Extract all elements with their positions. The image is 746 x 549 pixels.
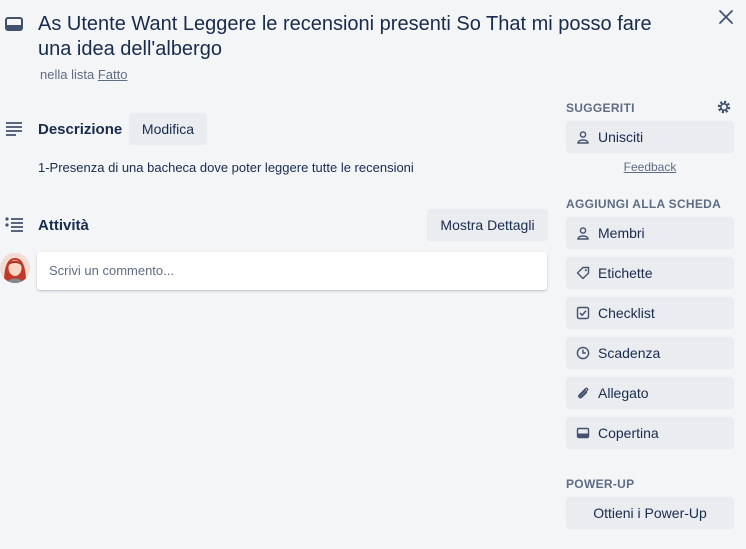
get-powerups-button[interactable]: Ottieni i Power-Up — [566, 497, 734, 529]
card-title[interactable]: As Utente Want Leggere le recensioni pre… — [38, 12, 678, 62]
person-icon — [577, 131, 589, 144]
paperclip-icon — [578, 387, 589, 399]
cover-label: Copertina — [598, 425, 659, 441]
show-details-button[interactable]: Mostra Dettagli — [427, 209, 548, 241]
avatar-image — [0, 253, 30, 283]
description-icon — [6, 122, 22, 136]
card-icon — [5, 17, 23, 31]
join-button[interactable]: Unisciti — [566, 121, 734, 153]
members-button[interactable]: Membri — [566, 217, 734, 249]
labels-button[interactable]: Etichette — [566, 257, 734, 289]
person-icon — [577, 227, 589, 240]
description-heading: Descrizione — [38, 121, 123, 138]
close-icon[interactable] — [716, 7, 736, 27]
comment-input[interactable]: Scrivi un commento... — [37, 252, 547, 290]
cover-icon — [576, 427, 590, 439]
activity-icon — [5, 217, 23, 232]
avatar[interactable] — [0, 253, 30, 283]
clock-icon — [576, 346, 590, 360]
checklist-label: Checklist — [598, 305, 655, 321]
gear-icon[interactable] — [714, 97, 734, 117]
join-label: Unisciti — [598, 129, 644, 145]
attachment-button[interactable]: Allegato — [566, 377, 734, 409]
due-date-button[interactable]: Scadenza — [566, 337, 734, 369]
add-to-card-heading: AGGIUNGI ALLA SCHEDA — [566, 197, 722, 211]
suggested-heading: SUGGERITI — [566, 101, 635, 115]
labels-label: Etichette — [598, 265, 653, 281]
tag-icon — [576, 266, 590, 280]
checklist-button[interactable]: Checklist — [566, 297, 734, 329]
activity-heading: Attività — [38, 217, 89, 234]
due-date-label: Scadenza — [598, 345, 661, 361]
list-breadcrumb: nella lista Fatto — [40, 67, 127, 82]
feedback-link[interactable]: Feedback — [566, 160, 734, 174]
cover-button[interactable]: Copertina — [566, 417, 734, 449]
checklist-icon — [576, 306, 590, 320]
list-link[interactable]: Fatto — [98, 67, 128, 82]
powerup-heading: POWER-UP — [566, 477, 635, 491]
description-text[interactable]: 1-Presenza di una bacheca dove poter leg… — [38, 160, 414, 175]
attachment-label: Allegato — [598, 385, 649, 401]
members-label: Membri — [598, 225, 645, 241]
edit-description-button[interactable]: Modifica — [129, 113, 207, 145]
list-prefix: nella lista — [40, 67, 98, 82]
